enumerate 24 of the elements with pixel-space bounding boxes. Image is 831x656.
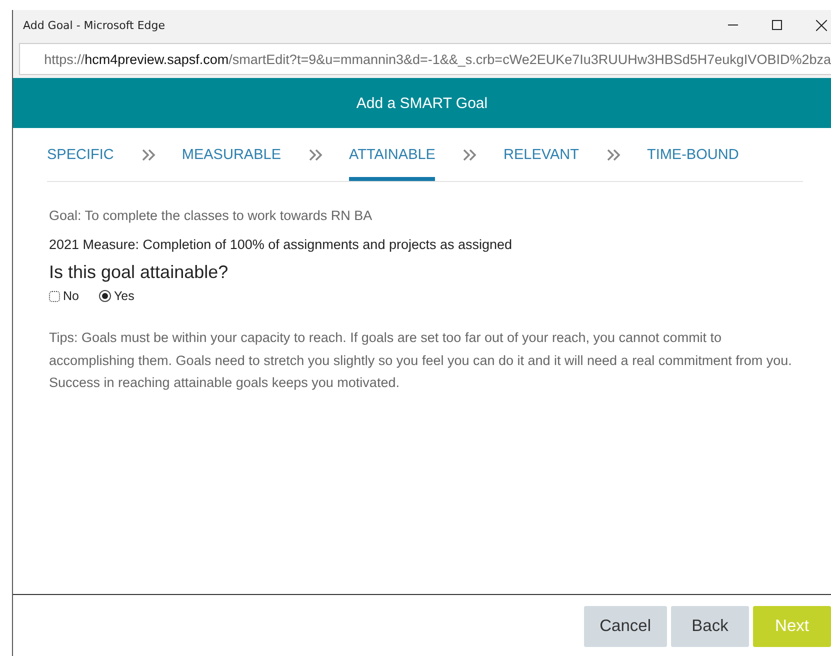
step-tab[interactable]: TIME-BOUND [646, 128, 739, 181]
chevron-icon [309, 148, 323, 160]
chevron-icon [606, 148, 621, 160]
option-label: Yes [114, 289, 134, 303]
step-tab[interactable]: RELEVANT [503, 128, 579, 181]
chevron-icon [142, 148, 156, 160]
dialog-title: Add a SMART Goal [356, 94, 488, 112]
step-tab[interactable]: MEASURABLE [182, 128, 281, 181]
goal-text: Goal: To complete the classes to work towards RN BA [49, 208, 374, 223]
secondary-button[interactable]: Cancel [584, 606, 667, 646]
tips-text: Tips: Goals must be within your capacity to reach. If goals are set too far out of your reach, you cannot commit to accomplishing them. Goals need to stretch you slightly so you feel you can do it and it will need a real commitment from you. Success in reaching attainable goals keeps you motivated. [49, 329, 793, 392]
option-label: No [63, 289, 79, 303]
radio-button[interactable] [49, 290, 60, 302]
measure-text: 2021 Measure: Completion of 100% of assignments and projects as assigned [49, 237, 514, 252]
radio-button[interactable] [98, 290, 111, 302]
step-tab[interactable]: ATTAINABLE [349, 128, 436, 181]
question-heading: Is this goal attainable? [49, 262, 230, 283]
step-tab[interactable]: SPECIFIC [47, 128, 114, 181]
chevron-icon [463, 148, 478, 160]
window-title: Add Goal - Microsoft Edge [23, 18, 166, 32]
address-bar[interactable]: https://hcm4preview.sapsf.com/smartEdit?t=9&u=mmannin3&d=-1&&_s.crb=cWe2EUKe7Iu3RUUHw3HBSd5H7eukgIVOBID%2bza [19, 43, 831, 75]
maximize-icon[interactable] [772, 20, 782, 30]
close-icon[interactable] [816, 20, 827, 30]
secondary-button[interactable]: Back [671, 606, 749, 646]
